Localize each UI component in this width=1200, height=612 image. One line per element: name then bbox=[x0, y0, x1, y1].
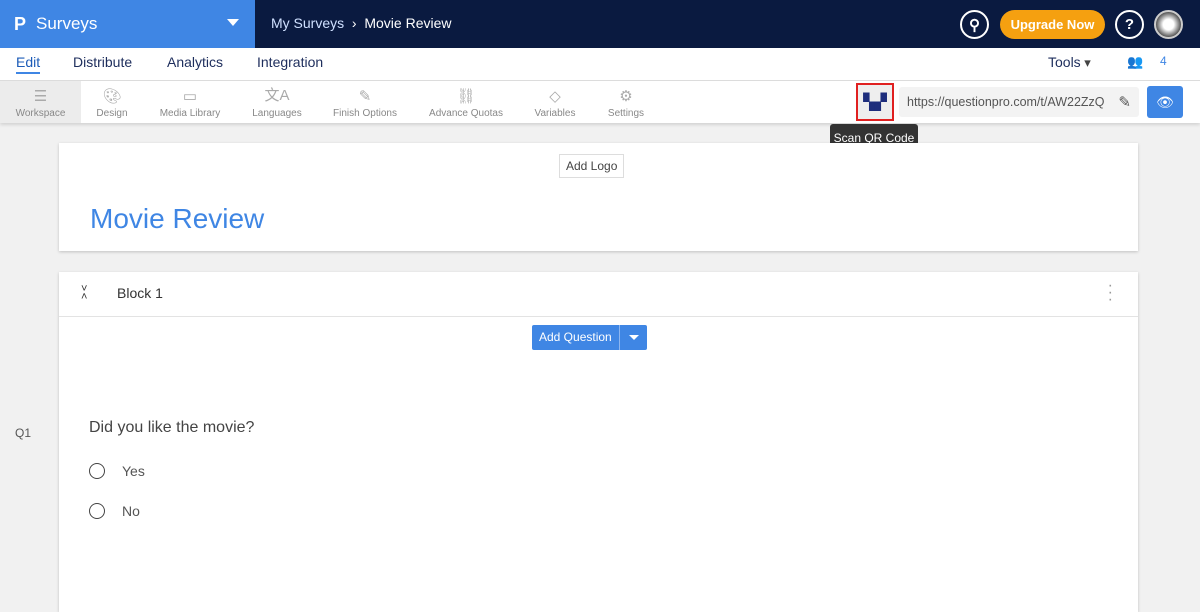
tab-distribute[interactable]: Distribute bbox=[73, 54, 132, 70]
toolbar-label: Settings bbox=[607, 108, 645, 119]
breadcrumb-sep: › bbox=[351, 15, 357, 31]
logo-icon: P bbox=[14, 13, 27, 34]
top-bar: P Surveys My Surveys › Movie Review ⚲ Upg… bbox=[0, 0, 1200, 48]
toolbar-workspace[interactable]: ☰ Workspace bbox=[0, 81, 81, 123]
survey-url: https://questionpro.com/t/AW22ZzQ bbox=[907, 95, 1105, 109]
option-no[interactable]: No bbox=[89, 503, 140, 519]
more-vertical-icon[interactable]: · · · bbox=[1108, 278, 1113, 308]
toolbar-settings[interactable]: ⚙ Settings bbox=[603, 81, 649, 123]
eye-icon: 👁︎ bbox=[1156, 93, 1174, 110]
tools-menu[interactable]: Tools ▾ bbox=[1048, 54, 1091, 71]
toolbar-label: Finish Options bbox=[333, 108, 397, 119]
search-icon: ⚲ bbox=[969, 16, 980, 34]
chevron-down-icon bbox=[227, 19, 239, 32]
toolbar-label: Variables bbox=[534, 108, 576, 119]
toolbar-label: Design bbox=[96, 108, 128, 119]
workspace-icon: ☰ bbox=[33, 88, 48, 105]
tag-icon: ◇ bbox=[549, 88, 561, 105]
add-question-label: Add Question bbox=[539, 330, 612, 344]
brand-label: Surveys bbox=[36, 14, 98, 33]
qr-code-icon: ▚▞ bbox=[863, 94, 887, 111]
search-button[interactable]: ⚲ bbox=[960, 10, 989, 39]
tab-integration[interactable]: Integration bbox=[257, 54, 323, 70]
palette-icon: 🎨︎ bbox=[102, 88, 122, 105]
tools-label: Tools bbox=[1048, 54, 1081, 70]
gear-icon: ⚙ bbox=[619, 88, 633, 105]
toolbar-advance-quotas[interactable]: ⛓ Advance Quotas bbox=[425, 81, 507, 123]
collaborators-icon[interactable]: 👥 bbox=[1127, 54, 1143, 70]
toolbar-label: Media Library bbox=[159, 108, 221, 119]
help-button[interactable]: ? bbox=[1115, 10, 1144, 39]
add-logo-button[interactable]: Add Logo bbox=[559, 154, 625, 178]
magic-wand-icon: ✎ bbox=[358, 88, 372, 105]
translate-icon: 文A bbox=[264, 87, 290, 104]
toolbar-languages[interactable]: 文A Languages bbox=[247, 81, 307, 123]
block-card: ˅ ˄ Block 1 · · · Add Question Did you like… bbox=[59, 272, 1138, 612]
tab-edit[interactable]: Edit bbox=[16, 54, 41, 74]
option-label: Yes bbox=[122, 463, 145, 479]
toolbar-finish-options[interactable]: ✎ Finish Options bbox=[328, 81, 402, 123]
toolbar-variables[interactable]: ◇ Variables bbox=[530, 81, 580, 123]
breadcrumb-my-surveys[interactable]: My Surveys bbox=[271, 15, 344, 31]
scan-qr-button[interactable]: ▚▞ bbox=[856, 83, 894, 121]
upgrade-button[interactable]: Upgrade Now bbox=[1000, 10, 1105, 39]
toolbar-label: Advance Quotas bbox=[429, 108, 503, 119]
main-nav: Edit Distribute Analytics Integration To… bbox=[0, 48, 1200, 81]
radio-icon[interactable] bbox=[89, 503, 105, 519]
add-question-dropdown[interactable] bbox=[618, 325, 647, 350]
radio-icon[interactable] bbox=[89, 463, 105, 479]
tab-analytics[interactable]: Analytics bbox=[167, 54, 223, 70]
option-label: No bbox=[122, 503, 140, 519]
toolbar-design[interactable]: 🎨︎ Design bbox=[92, 81, 132, 123]
link-icon: ⛓ bbox=[456, 88, 476, 105]
survey-title[interactable]: Movie Review bbox=[90, 203, 264, 235]
add-question-button[interactable]: Add Question bbox=[532, 325, 647, 350]
survey-url-field[interactable]: https://questionpro.com/t/AW22ZzQ ✎ bbox=[899, 87, 1139, 117]
block-title: Block 1 bbox=[117, 285, 163, 301]
breadcrumb-current: Movie Review bbox=[364, 15, 452, 31]
preview-button[interactable]: 👁︎ bbox=[1147, 86, 1183, 118]
option-yes[interactable]: Yes bbox=[89, 463, 145, 479]
toolbar-media-library[interactable]: ▭ Media Library bbox=[155, 81, 225, 123]
toolbar-label: Workspace bbox=[15, 108, 66, 119]
avatar[interactable] bbox=[1154, 10, 1183, 39]
question-number: Q1 bbox=[15, 426, 32, 440]
survey-header-card: Add Logo Movie Review bbox=[59, 143, 1138, 251]
image-icon: ▭ bbox=[182, 88, 198, 105]
pencil-icon[interactable]: ✎ bbox=[1118, 93, 1131, 111]
collaborators-count: 4 bbox=[1160, 54, 1167, 68]
question-text[interactable]: Did you like the movie? bbox=[89, 419, 254, 437]
breadcrumb: My Surveys › Movie Review bbox=[271, 15, 452, 31]
toolbar-label: Languages bbox=[252, 108, 302, 119]
collapse-icon[interactable]: ˅ ˄ bbox=[81, 284, 87, 303]
product-switcher[interactable]: P Surveys bbox=[0, 0, 255, 48]
